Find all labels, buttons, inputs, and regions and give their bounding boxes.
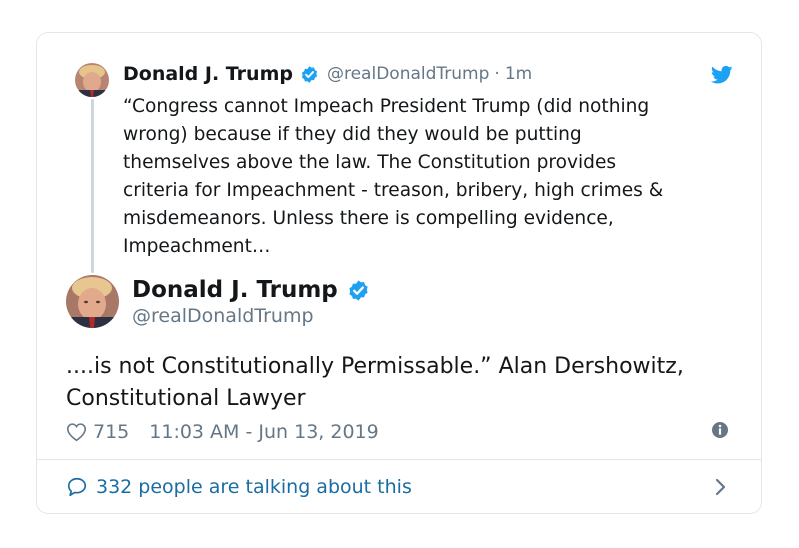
verified-badge-icon [301, 65, 318, 83]
parent-header: Donald J. Trump @realDonaldTrump · 1m [123, 61, 532, 87]
info-icon[interactable] [711, 421, 729, 439]
parent-tweet-text: “Congress cannot Impeach President Trump… [123, 96, 664, 257]
heart-icon[interactable] [66, 422, 87, 442]
main-avatar[interactable] [66, 275, 119, 328]
speech-bubble-icon [67, 477, 87, 497]
separator-dot: · [494, 64, 500, 84]
main-author-name[interactable]: Donald J. Trump [132, 277, 338, 303]
conversation-link[interactable]: 332 people are talking about this [66, 473, 412, 501]
parent-avatar[interactable] [75, 63, 109, 97]
main-author-handle[interactable]: @realDonaldTrump [132, 305, 314, 327]
like-count[interactable]: 715 [93, 421, 129, 443]
parent-tweet-time[interactable]: 1m [505, 64, 532, 84]
verified-badge-icon [349, 279, 368, 301]
main-author-row: Donald J. Trump [132, 277, 370, 303]
tweet-timestamp[interactable]: 11:03 AM - Jun 13, 2019 [149, 421, 378, 443]
thread-connector-line [91, 99, 94, 273]
main-tweet-text: ....is not Constitutionally Permissable.… [66, 354, 684, 411]
embedded-tweet-card: Donald J. Trump @realDonaldTrump · 1m “C… [36, 32, 762, 514]
twitter-bird-icon[interactable] [711, 65, 733, 85]
parent-author-name[interactable]: Donald J. Trump [123, 63, 293, 85]
tweet-meta-row: 715 11:03 AM - Jun 13, 2019 [66, 419, 379, 445]
parent-author-handle[interactable]: @realDonaldTrump [327, 64, 489, 84]
chevron-right-icon[interactable] [713, 477, 727, 497]
footer-divider [37, 459, 761, 460]
talking-about-text[interactable]: 332 people are talking about this [96, 476, 412, 498]
